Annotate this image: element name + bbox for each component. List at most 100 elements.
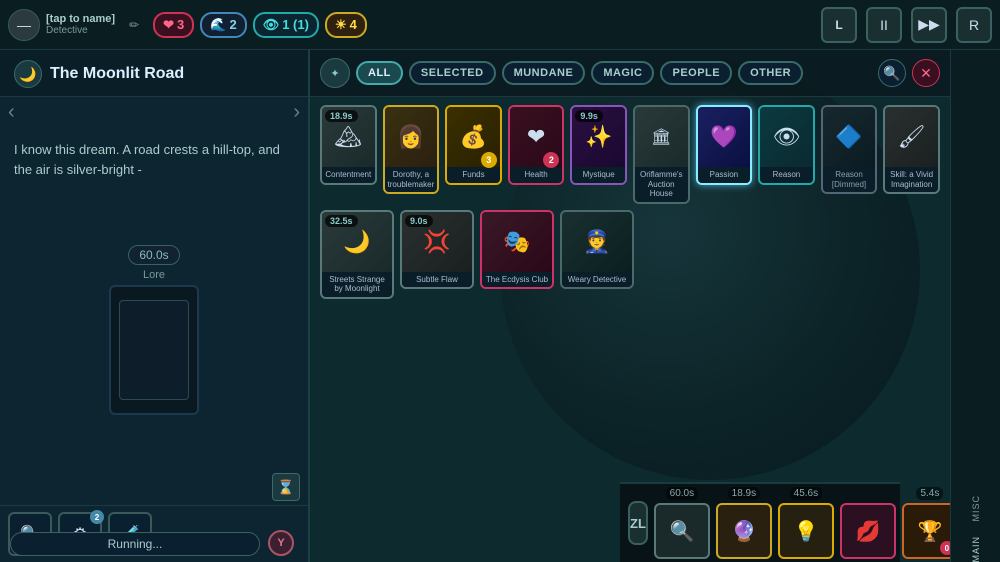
lore-timer: 60.0s <box>128 245 179 265</box>
passion-icon: 💜 <box>710 124 737 150</box>
bottom-card-1-icon: 🔍 <box>669 519 694 544</box>
ecdysis-label: The Ecdysis Club <box>482 272 552 288</box>
card-dorothy[interactable]: 👩 Dorothy, a troublemaker <box>383 105 440 194</box>
player-role: Detective <box>46 25 115 36</box>
card-subtle-flaw-art: 💢 9.0s <box>402 212 472 272</box>
funds-badge: 3 <box>481 152 497 168</box>
weary-label: Weary Detective <box>562 272 632 288</box>
contentment-icon: 🏔 <box>334 124 362 150</box>
card-ecdysis[interactable]: 🎭 The Ecdysis Club <box>480 210 554 290</box>
reason-label: Reason <box>760 167 813 183</box>
gear-badge: 2 <box>90 510 104 524</box>
cards-row-1: 🏔 18.9s Contentment 👩 Dorothy, a trouble… <box>320 105 940 204</box>
reason-icon: 👁 <box>772 124 800 150</box>
card-streets-art: 🌙 32.5s <box>322 212 392 272</box>
stat-teal[interactable]: 👁 1 (1) <box>253 12 319 38</box>
card-contentment-art: 🏔 18.9s <box>322 107 375 167</box>
stat-blue[interactable]: 🌊 2 <box>200 12 246 38</box>
moon-icon: 🌙 <box>19 66 36 83</box>
weary-icon: 👮 <box>583 229 610 255</box>
panel-prev-arrow[interactable]: ‹ <box>8 101 15 124</box>
panel-icon: 🌙 <box>14 60 42 88</box>
funds-icon: 💰 <box>460 124 487 150</box>
filter-people[interactable]: PEOPLE <box>660 61 732 85</box>
edit-icon[interactable]: ✏ <box>129 18 139 32</box>
oriflamme-icon: 🏛 <box>651 127 671 147</box>
filter-mundane[interactable]: MUNDANE <box>502 61 586 85</box>
reason-dimmed-icon: 🔷 <box>835 124 862 150</box>
scroll-icon[interactable]: ⌛ <box>272 473 300 501</box>
card-ecdysis-art: 🎭 <box>482 212 552 272</box>
lore-section: 60.0s Lore <box>101 237 207 423</box>
streets-icon: 🌙 <box>343 229 370 255</box>
card-passion[interactable]: 💜 Passion <box>696 105 753 185</box>
panel-title-area: 🌙 The Moonlit Road <box>0 50 308 97</box>
teal-icon: 👁 <box>263 17 280 33</box>
misc-panel: MISC MAIN <box>950 50 1000 562</box>
card-weary[interactable]: 👮 Weary Detective <box>560 210 634 290</box>
card-mystique[interactable]: ✨ 9.9s Mystique <box>570 105 627 185</box>
subtle-flaw-label: Subtle Flaw <box>402 272 472 288</box>
bottom-card-1[interactable]: 🔍 <box>654 503 710 559</box>
funds-label: Funds <box>447 167 500 183</box>
zl-button[interactable]: ZL <box>628 501 648 545</box>
card-oriflamme[interactable]: 🏛 Oriflamme's Auction House <box>633 105 690 204</box>
status-text: Running... <box>108 537 163 551</box>
card-funds[interactable]: 💰 3 Funds <box>445 105 502 185</box>
bottom-timer-2: 18.9s <box>728 487 760 500</box>
player-info: [tap to name] Detective <box>46 13 115 36</box>
search-button[interactable]: 🔍 <box>878 59 906 87</box>
filter-hub[interactable]: ✦ <box>320 58 350 88</box>
lore-label: Lore <box>143 269 165 281</box>
stat-yellow[interactable]: ☀ 4 <box>325 12 367 38</box>
bottom-card-3-icon: 💡 <box>793 519 818 544</box>
panel-next-arrow[interactable]: › <box>293 101 300 124</box>
pause-button[interactable]: II <box>866 7 902 43</box>
health-icon: ❤ <box>527 124 545 150</box>
bottom-slot-2: 18.9s 🔮 <box>716 487 772 559</box>
bottom-timer-1: 60.0s <box>666 487 698 500</box>
filter-all[interactable]: ALL <box>356 61 403 85</box>
card-streets[interactable]: 🌙 32.5s Streets Strange by Moonlight <box>320 210 394 299</box>
card-reason[interactable]: 👁 Reason <box>758 105 815 185</box>
card-skill-vivid-art: 🖌 <box>885 107 938 167</box>
streets-timer: 32.5s <box>325 215 358 227</box>
bottom-card-4[interactable]: 💋 <box>840 503 896 559</box>
filter-other[interactable]: OTHER <box>738 61 803 85</box>
teal-value: 1 (1) <box>282 17 309 32</box>
l-button[interactable]: L <box>821 7 857 43</box>
card-dorothy-art: 👩 <box>385 107 438 167</box>
filter-magic[interactable]: MAGIC <box>591 61 654 85</box>
oriflamme-label: Oriflamme's Auction House <box>635 167 688 202</box>
close-button[interactable]: ✕ <box>912 59 940 87</box>
stat-heart[interactable]: ❤ 3 <box>153 12 194 38</box>
bottom-bar: ZL 60.0s 🔍 18.9s 🔮 45.6s 💡 - 💋 <box>620 482 900 562</box>
subtle-flaw-icon: 💢 <box>423 229 450 255</box>
heart-icon: ❤ <box>163 17 174 33</box>
bottom-card-3[interactable]: 💡 <box>778 503 834 559</box>
subtle-flaw-timer: 9.0s <box>405 215 433 227</box>
skip-button[interactable]: ▶▶ <box>911 7 947 43</box>
card-weary-art: 👮 <box>562 212 632 272</box>
health-label: Health <box>510 167 563 183</box>
card-health[interactable]: ❤ 2 Health <box>508 105 565 185</box>
bottom-card-2[interactable]: 🔮 <box>716 503 772 559</box>
ecdysis-icon: 🎭 <box>503 229 530 255</box>
menu-button[interactable]: — <box>8 9 40 41</box>
card-reason-dimmed-art: 🔷 <box>823 107 876 167</box>
mystique-timer: 9.9s <box>575 110 603 122</box>
bottom-card-2-icon: 🔮 <box>731 519 756 544</box>
card-contentment[interactable]: 🏔 18.9s Contentment <box>320 105 377 185</box>
card-subtle-flaw[interactable]: 💢 9.0s Subtle Flaw <box>400 210 474 290</box>
cards-row-2: 🌙 32.5s Streets Strange by Moonlight 💢 9… <box>320 210 940 299</box>
y-button[interactable]: Y <box>268 530 294 556</box>
bottom-timer-3: 45.6s <box>790 487 822 500</box>
contentment-timer: 18.9s <box>325 110 358 122</box>
lore-slot[interactable] <box>109 285 199 415</box>
card-skill-vivid[interactable]: 🖌 Skill: a Vivid Imagination <box>883 105 940 194</box>
bottom-slot-1: 60.0s 🔍 <box>654 487 710 559</box>
filter-selected[interactable]: SELECTED <box>409 61 496 85</box>
card-reason-dimmed[interactable]: 🔷 Reason [Dimmed] <box>821 105 878 194</box>
r-button[interactable]: R <box>956 7 992 43</box>
yellow-value: 4 <box>350 17 357 32</box>
